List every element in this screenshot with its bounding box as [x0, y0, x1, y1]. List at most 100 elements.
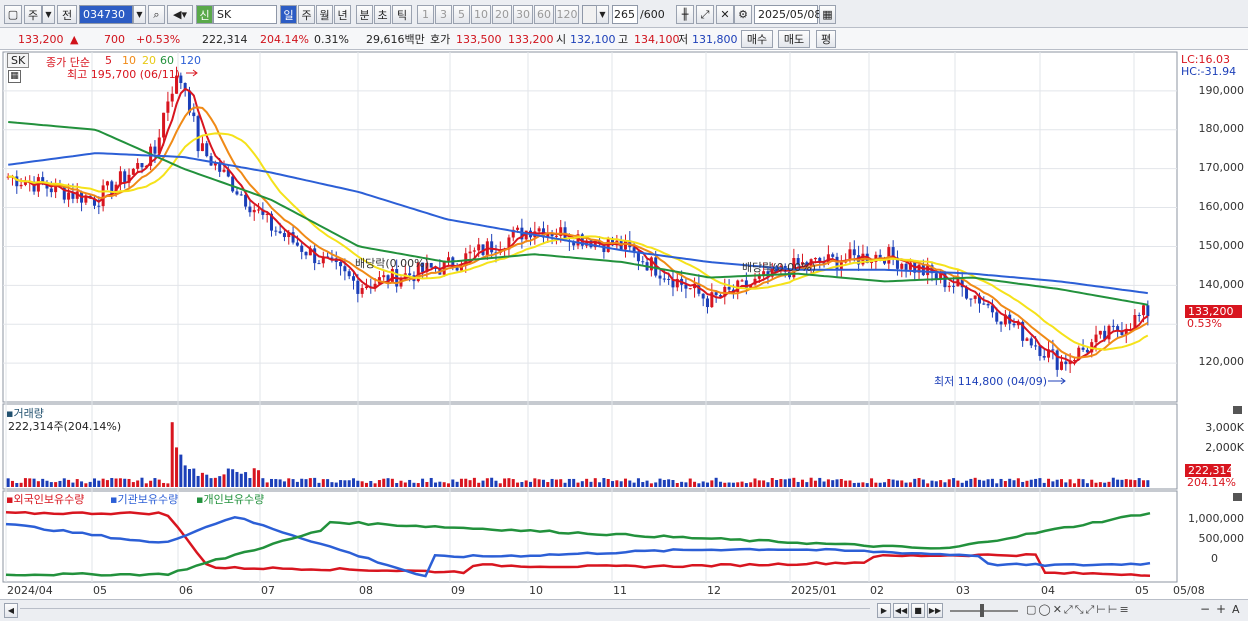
volume-bar-197	[857, 482, 861, 487]
zoom-out-icon[interactable]: −	[1200, 602, 1210, 616]
scroll-track[interactable]	[20, 608, 870, 613]
volume-bar-100	[438, 481, 442, 487]
volume-bar-259	[1124, 479, 1128, 487]
buy-button[interactable]: 매수	[741, 30, 773, 48]
period-mode-button[interactable]: 주	[24, 5, 42, 24]
interval-120[interactable]: 120	[555, 5, 579, 24]
volume-bar-182	[792, 477, 796, 487]
x-axis-label-12: 04	[1041, 584, 1055, 597]
tab-minute[interactable]: 분	[356, 5, 373, 24]
code-dropdown-icon[interactable]: ▼	[133, 5, 146, 24]
zoom-in-icon[interactable]: +	[1216, 602, 1226, 616]
volume-bar-24	[110, 478, 114, 487]
foreign-holding-label: 외국인보유수량	[13, 493, 85, 506]
candle-body-233	[1012, 323, 1016, 326]
menu-icon[interactable]: ▢	[4, 5, 22, 24]
interval-60[interactable]: 60	[534, 5, 554, 24]
tab-week[interactable]: 주	[298, 5, 315, 24]
volume-bar-33	[149, 480, 153, 487]
volume-bar-120	[524, 480, 528, 487]
volume-bar-202	[878, 482, 882, 487]
stock-chart[interactable]	[0, 50, 1248, 621]
candle-body-230	[999, 321, 1003, 325]
stock-code-input[interactable]: 034730	[79, 5, 133, 24]
volume-bar-10	[49, 482, 53, 487]
drawing-tools-icons[interactable]: ▢◯✕⤢⤡⤢⊢⊢≡	[1026, 603, 1131, 617]
sell-button[interactable]: 매도	[778, 30, 810, 48]
low-marker: 최저 114,800 (04/09)	[934, 375, 1048, 388]
volume-bar-28	[127, 478, 131, 487]
interval-20[interactable]: 20	[492, 5, 512, 24]
candle-body-57	[252, 209, 256, 213]
volume-bar-235	[1021, 481, 1025, 487]
holding-panel-close-icon[interactable]	[1233, 493, 1242, 501]
zoom-slider-handle[interactable]	[980, 604, 984, 617]
volume-bar-123	[537, 479, 541, 487]
scroll-left-icon[interactable]: ◀	[4, 603, 18, 618]
candle-body-240	[1042, 356, 1046, 358]
grid-toggle-icon[interactable]: ▦	[8, 70, 21, 83]
candle-body-78	[343, 266, 347, 272]
code-prefix-button[interactable]: 전	[57, 5, 77, 24]
candle-body-58	[257, 209, 261, 211]
tab-year[interactable]: 년	[334, 5, 351, 24]
volume-bar-49	[218, 476, 222, 487]
tab-month[interactable]: 월	[316, 5, 333, 24]
volume-bar-154	[671, 480, 675, 487]
volume-panel-close-icon[interactable]	[1233, 406, 1242, 414]
candle-body-108	[472, 250, 476, 252]
candle-body-123	[537, 228, 541, 232]
candle-body-118	[516, 227, 520, 230]
fast-forward-icon[interactable]: ▶▶	[927, 603, 943, 618]
volume-bar-255	[1107, 481, 1111, 487]
gear-icon[interactable]: ⚙	[734, 5, 752, 24]
speaker-icon[interactable]: ◀▾	[167, 5, 193, 24]
candle-body-245	[1064, 361, 1068, 365]
rewind-icon[interactable]: ◀◀	[893, 603, 909, 618]
interval-dropdown-icon[interactable]: ▼	[596, 5, 609, 24]
x-axis-label-4: 08	[359, 584, 373, 597]
calendar-icon[interactable]: ▦	[819, 5, 836, 24]
ask-price: 133,500	[456, 32, 502, 46]
volume-bar-91	[399, 480, 403, 487]
volume-bar-20	[92, 478, 96, 487]
crosshair-icon[interactable]: ✕	[716, 5, 734, 24]
stock-name-field[interactable]: SK	[213, 5, 277, 24]
count-input[interactable]: 265	[612, 5, 638, 24]
interval-30[interactable]: 30	[513, 5, 533, 24]
scroll-right-icon[interactable]: ▶	[877, 603, 891, 618]
eval-button[interactable]: 평	[816, 30, 836, 48]
volume-bar-166	[723, 482, 727, 487]
interval-3[interactable]: 3	[435, 5, 452, 24]
stock-tag[interactable]: SK	[7, 53, 30, 68]
volume-bar-244	[1060, 479, 1064, 487]
zoom-slider[interactable]	[950, 610, 1018, 612]
volume-bar-209	[908, 482, 912, 487]
chevron-down-icon[interactable]: ▼	[42, 5, 55, 24]
tab-tick[interactable]: 틱	[392, 5, 412, 24]
volume-bar-237	[1029, 479, 1033, 487]
hold-tick-0: 0	[1211, 552, 1218, 565]
volume-bar-168	[731, 482, 735, 487]
interval-1[interactable]: 1	[417, 5, 434, 24]
text-tool-icon[interactable]: A	[1232, 603, 1240, 616]
volume-bar-262	[1137, 478, 1141, 487]
draw-tool-icon[interactable]: ⤢	[696, 5, 714, 24]
date-field[interactable]: 2025/05/08	[754, 5, 821, 24]
interval-10[interactable]: 10	[471, 5, 491, 24]
tab-second[interactable]: 초	[374, 5, 391, 24]
stop-icon[interactable]: ■	[911, 603, 925, 618]
volume-bar-27	[123, 478, 127, 487]
volume-bar-136	[593, 478, 597, 487]
volume-bar-89	[390, 478, 394, 487]
volume-bar-264	[1146, 480, 1150, 487]
search-icon[interactable]: ⌕	[148, 5, 165, 24]
volume-bar-87	[382, 478, 386, 487]
tab-day[interactable]: 일	[280, 5, 297, 24]
candle-type-icon[interactable]: ╫	[676, 5, 694, 24]
volume-bar-62	[274, 479, 278, 487]
interval-5[interactable]: 5	[453, 5, 470, 24]
candle-body-227	[986, 304, 990, 306]
volume-bar-66	[291, 479, 295, 487]
volume-bar-55	[244, 472, 248, 487]
